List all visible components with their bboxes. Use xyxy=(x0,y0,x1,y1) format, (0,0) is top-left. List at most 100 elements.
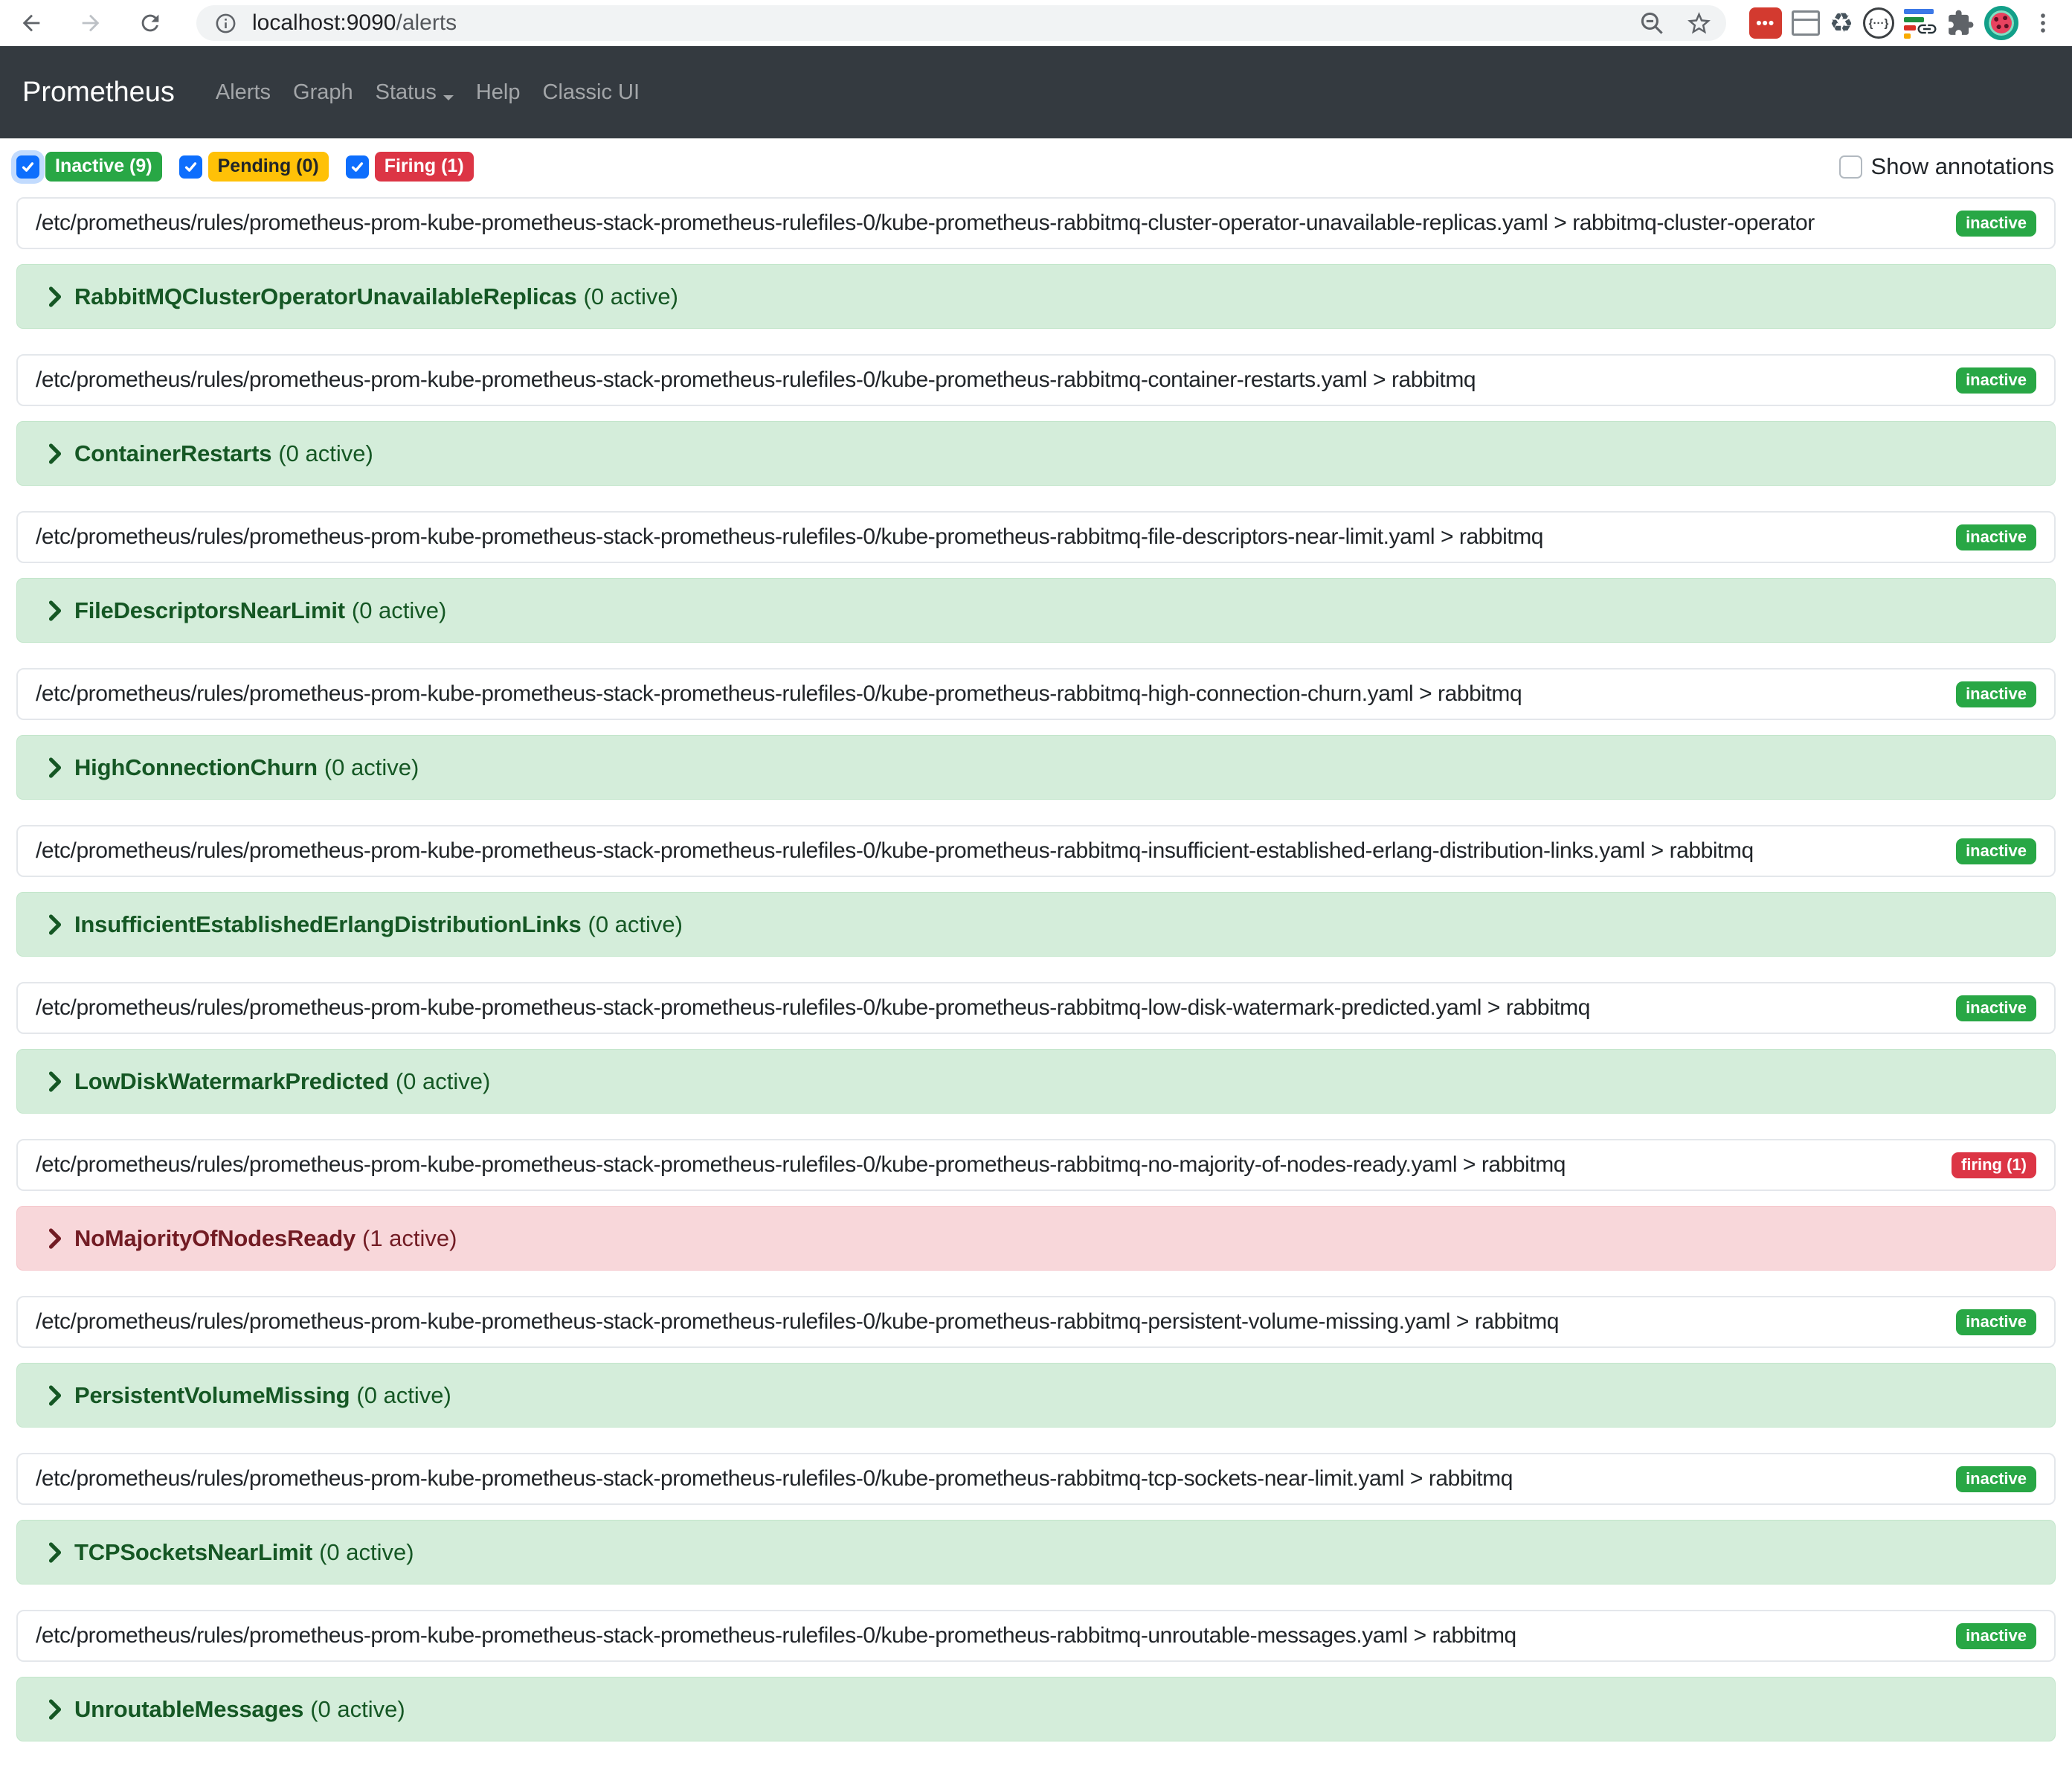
filter-firing[interactable]: Firing (1) xyxy=(346,152,474,182)
rule-file-path: /etc/prometheus/rules/prometheus-prom-ku… xyxy=(36,524,1941,550)
alert-rule-name: HighConnectionChurn xyxy=(74,754,318,781)
alert-rule-group: /etc/prometheus/rules/prometheus-prom-ku… xyxy=(16,825,2056,957)
alert-active-count: (0 active) xyxy=(324,754,419,781)
window-extension-icon[interactable] xyxy=(1792,10,1820,36)
forward-button[interactable] xyxy=(77,10,104,36)
nav-graph[interactable]: Graph xyxy=(282,80,364,105)
chevron-right-icon xyxy=(47,600,63,622)
zoom-out-icon[interactable] xyxy=(1638,10,1666,37)
show-annotations-toggle[interactable]: Show annotations xyxy=(1839,153,2054,180)
braces-extension-icon[interactable]: {···} xyxy=(1863,7,1894,39)
chevron-right-icon xyxy=(47,443,63,465)
alert-rule-row[interactable]: NoMajorityOfNodesReady (1 active) xyxy=(16,1206,2056,1271)
alert-rule-name: ContainerRestarts xyxy=(74,440,271,467)
recycle-extension-icon[interactable]: ♻ xyxy=(1830,10,1853,36)
filter-pending[interactable]: Pending (0) xyxy=(179,152,329,182)
alert-rule-row[interactable]: InsufficientEstablishedErlangDistributio… xyxy=(16,892,2056,957)
chevron-down-icon xyxy=(443,95,454,106)
alert-active-count: (0 active) xyxy=(278,440,373,467)
chevron-right-icon xyxy=(47,1698,63,1721)
alert-rule-row[interactable]: UnroutableMessages (0 active) xyxy=(16,1677,2056,1741)
chevron-right-icon xyxy=(47,914,63,936)
chevron-right-icon xyxy=(47,1070,63,1093)
rule-state-badge: inactive xyxy=(1956,367,2036,394)
browser-menu-icon[interactable] xyxy=(2030,10,2056,36)
inactive-checkbox[interactable] xyxy=(16,155,39,179)
nav-help[interactable]: Help xyxy=(465,80,532,105)
chevron-right-icon xyxy=(47,757,63,779)
chevron-right-icon xyxy=(47,1384,63,1407)
filter-inactive[interactable]: Inactive (9) xyxy=(16,152,162,182)
alert-rule-row[interactable]: PersistentVolumeMissing (0 active) xyxy=(16,1363,2056,1428)
url-text: localhost:9090/alerts xyxy=(252,10,1638,36)
alert-rule-row[interactable]: ContainerRestarts (0 active) xyxy=(16,421,2056,486)
rule-file-path: /etc/prometheus/rules/prometheus-prom-ku… xyxy=(36,1309,1941,1335)
inactive-badge[interactable]: Inactive (9) xyxy=(45,152,162,182)
profile-avatar[interactable] xyxy=(1984,6,2018,40)
reload-button[interactable] xyxy=(137,10,164,36)
alert-rule-groups: /etc/prometheus/rules/prometheus-prom-ku… xyxy=(0,197,2072,1741)
alert-rule-name: InsufficientEstablishedErlangDistributio… xyxy=(74,911,582,938)
alert-active-count: (0 active) xyxy=(310,1696,405,1723)
browser-toolbar: localhost:9090/alerts ••• ♻ {···} xyxy=(0,0,2072,46)
alert-rule-group: /etc/prometheus/rules/prometheus-prom-ku… xyxy=(16,1453,2056,1585)
alert-rule-row[interactable]: FileDescriptorsNearLimit (0 active) xyxy=(16,578,2056,643)
rule-state-badge: firing (1) xyxy=(1952,1152,2036,1178)
rule-state-badge: inactive xyxy=(1956,211,2036,237)
firing-checkbox[interactable] xyxy=(346,155,369,179)
alert-rule-row[interactable]: RabbitMQClusterOperatorUnavailableReplic… xyxy=(16,264,2056,329)
alert-active-count: (0 active) xyxy=(352,597,446,624)
rule-state-badge: inactive xyxy=(1956,1623,2036,1649)
rule-file-path: /etc/prometheus/rules/prometheus-prom-ku… xyxy=(36,1152,1937,1178)
nav-status[interactable]: Status xyxy=(364,80,465,105)
alert-rule-group: /etc/prometheus/rules/prometheus-prom-ku… xyxy=(16,511,2056,643)
back-button[interactable] xyxy=(18,10,45,36)
rule-file-path: /etc/prometheus/rules/prometheus-prom-ku… xyxy=(36,838,1941,864)
alert-rule-group: /etc/prometheus/rules/prometheus-prom-ku… xyxy=(16,197,2056,329)
alert-rule-row[interactable]: TCPSocketsNearLimit (0 active) xyxy=(16,1520,2056,1585)
rule-group-header: /etc/prometheus/rules/prometheus-prom-ku… xyxy=(16,1453,2056,1505)
alert-rule-name: UnroutableMessages xyxy=(74,1696,303,1723)
show-annotations-checkbox[interactable] xyxy=(1839,155,1862,179)
alert-rule-name: RabbitMQClusterOperatorUnavailableReplic… xyxy=(74,283,577,310)
lastpass-extension-icon[interactable]: ••• xyxy=(1749,7,1782,39)
rule-group-header: /etc/prometheus/rules/prometheus-prom-ku… xyxy=(16,982,2056,1034)
pending-checkbox[interactable] xyxy=(179,155,202,179)
extensions-area: ••• ♻ {···} xyxy=(1740,6,2059,40)
alert-rule-name: LowDiskWatermarkPredicted xyxy=(74,1068,389,1095)
rule-state-badge: inactive xyxy=(1956,838,2036,864)
link-extension-icon[interactable] xyxy=(1904,7,1937,39)
rule-group-header: /etc/prometheus/rules/prometheus-prom-ku… xyxy=(16,1139,2056,1191)
alert-rule-name: NoMajorityOfNodesReady xyxy=(74,1225,355,1252)
nav-alerts[interactable]: Alerts xyxy=(205,80,282,105)
rule-file-path: /etc/prometheus/rules/prometheus-prom-ku… xyxy=(36,1623,1941,1648)
alert-active-count: (0 active) xyxy=(319,1539,414,1566)
extensions-puzzle-icon[interactable] xyxy=(1946,9,1975,37)
pending-badge[interactable]: Pending (0) xyxy=(208,152,329,182)
rule-state-badge: inactive xyxy=(1956,995,2036,1021)
rule-group-header: /etc/prometheus/rules/prometheus-prom-ku… xyxy=(16,354,2056,406)
alert-rule-row[interactable]: HighConnectionChurn (0 active) xyxy=(16,735,2056,800)
rule-state-badge: inactive xyxy=(1956,1466,2036,1492)
alert-rule-group: /etc/prometheus/rules/prometheus-prom-ku… xyxy=(16,1139,2056,1271)
rule-file-path: /etc/prometheus/rules/prometheus-prom-ku… xyxy=(36,1466,1941,1492)
chevron-right-icon xyxy=(47,1541,63,1564)
prometheus-brand[interactable]: Prometheus xyxy=(22,77,175,109)
bookmark-star-icon[interactable] xyxy=(1685,10,1713,37)
alert-active-count: (0 active) xyxy=(584,283,678,310)
nav-classic-ui[interactable]: Classic UI xyxy=(532,80,651,105)
alert-rule-name: TCPSocketsNearLimit xyxy=(74,1539,312,1566)
prometheus-navbar: Prometheus Alerts Graph Status Help Clas… xyxy=(0,46,2072,138)
site-info-icon[interactable] xyxy=(214,12,237,35)
alert-rule-name: PersistentVolumeMissing xyxy=(74,1382,350,1409)
rule-group-header: /etc/prometheus/rules/prometheus-prom-ku… xyxy=(16,668,2056,720)
alert-rule-group: /etc/prometheus/rules/prometheus-prom-ku… xyxy=(16,354,2056,486)
firing-badge[interactable]: Firing (1) xyxy=(375,152,474,182)
address-bar[interactable]: localhost:9090/alerts xyxy=(196,5,1726,41)
alert-rule-group: /etc/prometheus/rules/prometheus-prom-ku… xyxy=(16,1296,2056,1428)
rule-group-header: /etc/prometheus/rules/prometheus-prom-ku… xyxy=(16,1610,2056,1662)
alert-rule-row[interactable]: LowDiskWatermarkPredicted (0 active) xyxy=(16,1049,2056,1114)
alert-active-count: (0 active) xyxy=(588,911,683,938)
alert-active-count: (1 active) xyxy=(362,1225,457,1252)
rule-group-header: /etc/prometheus/rules/prometheus-prom-ku… xyxy=(16,825,2056,877)
